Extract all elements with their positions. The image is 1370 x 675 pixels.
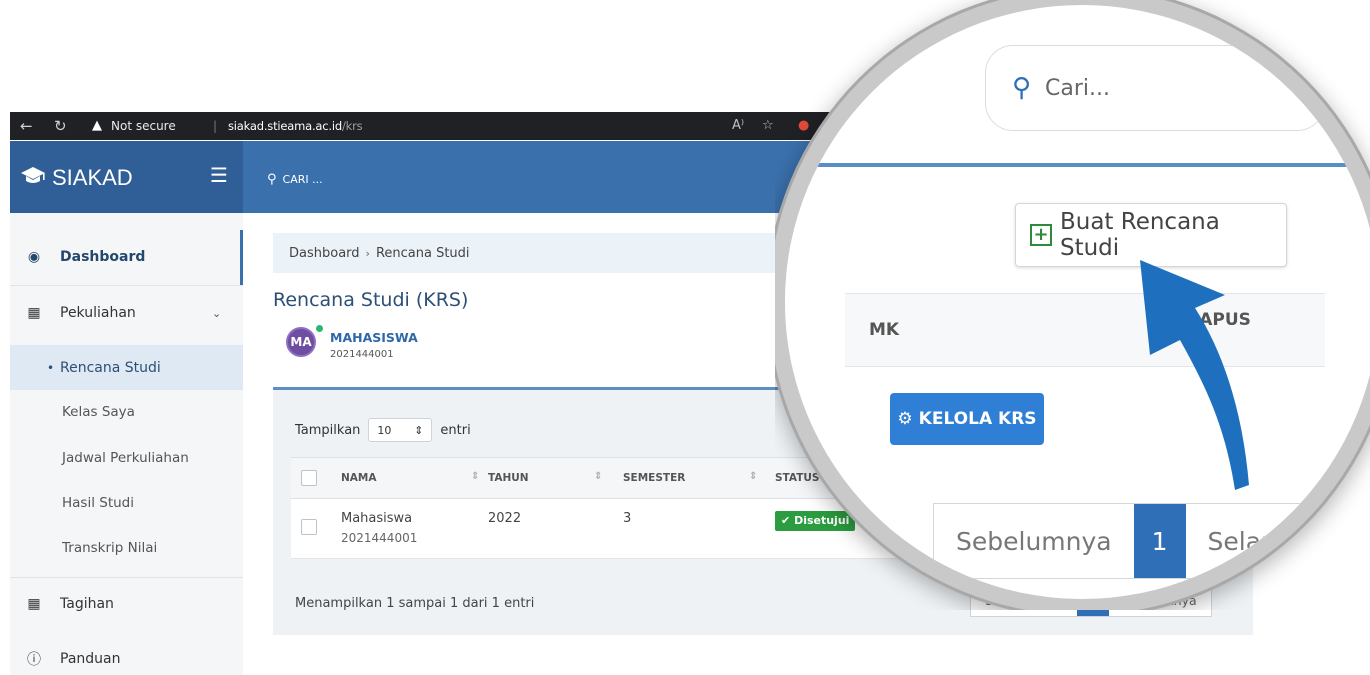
sidebar-item-label: Hasil Studi — [62, 495, 134, 511]
sidebar-item-panduan[interactable]: ⓘ Panduan — [10, 644, 243, 674]
dashboard-icon: ◉ — [27, 249, 41, 265]
sidebar-item-pekuliahan[interactable]: ▦ Pekuliahan ⌄ — [10, 298, 243, 328]
search-icon: ⚲ — [267, 171, 277, 187]
cell-nim: 2021444001 — [341, 531, 418, 545]
reload-icon[interactable]: ↻ — [54, 112, 67, 140]
sidebar-item-label: Panduan — [60, 651, 121, 667]
calendar-icon: ▦ — [27, 596, 41, 612]
sidebar-divider — [10, 285, 243, 286]
sidebar-item-label: Dashboard — [60, 249, 146, 265]
sort-icon[interactable]: ⇕ — [749, 471, 757, 482]
favorite-star-icon[interactable]: ☆ — [762, 112, 774, 140]
pointer-arrow-icon — [1140, 260, 1249, 490]
sidebar-item-label: Kelas Saya — [62, 404, 135, 420]
sidebar-item-hasil-studi[interactable]: Hasil Studi — [10, 488, 243, 518]
sidebar-item-jadwal-perkuliahan[interactable]: Jadwal Perkuliahan — [10, 443, 243, 473]
url-host: siakad.stieama.ac.id — [228, 119, 342, 133]
brand-title[interactable]: SIAKAD — [52, 165, 133, 191]
magnifier-lens: ⚲ Cari... + Buat Rencana Studi MK HAPUS … — [785, 5, 1370, 599]
read-aloud-icon[interactable]: A⁾ — [732, 112, 744, 140]
entries-prefix: Tampilkan — [295, 422, 361, 438]
table-info: Menampilkan 1 sampai 1 dari 1 entri — [295, 596, 535, 611]
entries-value: 10 — [377, 423, 392, 437]
address-bar[interactable]: siakad.stieama.ac.id/krs — [228, 112, 363, 140]
avatar: MA — [286, 327, 316, 357]
header-search-label: CARI ... — [282, 172, 323, 186]
entries-suffix: entri — [440, 422, 471, 438]
online-status-dot — [315, 324, 324, 333]
book-icon: ▦ — [27, 305, 41, 321]
select-all-checkbox[interactable] — [301, 470, 317, 486]
page-title: Rencana Studi (KRS) — [273, 289, 469, 311]
back-arrow-icon[interactable]: ← — [20, 112, 33, 140]
help-icon: ⓘ — [27, 652, 41, 668]
header-search[interactable]: ⚲ CARI ... — [267, 171, 323, 187]
breadcrumb-current: Rencana Studi — [375, 245, 470, 261]
sidebar-item-tagihan[interactable]: ▦ Tagihan — [10, 589, 243, 619]
cell-tahun: 2022 — [488, 511, 522, 526]
column-header-semester[interactable]: SEMESTER — [623, 472, 685, 484]
magnified-content: ⚲ Cari... + Buat Rencana Studi MK HAPUS … — [785, 5, 1370, 599]
user-nim: 2021444001 — [330, 349, 394, 360]
column-header-nama[interactable]: NAMA — [341, 472, 377, 484]
sidebar-item-label: Tagihan — [60, 596, 114, 612]
entries-length-control: Tampilkan 10 ⇕ entri — [295, 418, 471, 442]
sidebar-item-label: Transkrip Nilai — [62, 540, 158, 556]
sidebar-item-label: Jadwal Perkuliahan — [62, 450, 189, 466]
sidebar-divider — [10, 577, 243, 578]
graduation-cap-icon — [21, 167, 45, 183]
address-separator: | — [213, 119, 218, 133]
entries-select[interactable]: 10 ⇕ — [368, 418, 433, 442]
sidebar-item-label: Rencana Studi — [60, 359, 161, 376]
cell-semester: 3 — [623, 511, 632, 526]
column-header-tahun[interactable]: TAHUN — [488, 472, 529, 484]
warning-icon[interactable]: ▲ — [92, 112, 102, 140]
security-label[interactable]: Not secure — [111, 112, 176, 140]
bullet-icon: • — [47, 360, 55, 375]
sidebar-item-rencana-studi[interactable]: Rencana Studi • — [10, 345, 243, 390]
select-arrows-icon: ⇕ — [414, 423, 424, 437]
magnifier-overlay: ⚲ Cari... + Buat Rencana Studi MK HAPUS … — [775, 0, 1370, 610]
sidebar: ◉ Dashboard ▦ Pekuliahan ⌄ Rencana Studi… — [10, 213, 243, 675]
sidebar-item-dashboard[interactable]: ◉ Dashboard — [10, 242, 243, 272]
brand-area: SIAKAD ☰ — [10, 141, 243, 213]
breadcrumb-dashboard[interactable]: Dashboard — [289, 246, 360, 261]
hamburger-menu-icon[interactable]: ☰ — [210, 165, 228, 185]
cell-nama: Mahasiswa — [341, 511, 413, 526]
row-checkbox[interactable] — [301, 519, 317, 535]
url-path: /krs — [341, 119, 363, 133]
sidebar-item-label: Pekuliahan — [60, 305, 136, 321]
breadcrumb-separator-icon: › — [365, 246, 370, 260]
sort-icon[interactable]: ⇕ — [594, 471, 602, 482]
chevron-down-icon: ⌄ — [212, 306, 222, 320]
user-name[interactable]: MAHASISWA — [330, 330, 418, 345]
sidebar-item-kelas-saya[interactable]: Kelas Saya — [10, 397, 243, 427]
sort-icon[interactable]: ⇕ — [471, 471, 479, 482]
sidebar-item-transkrip-nilai[interactable]: Transkrip Nilai — [10, 533, 243, 563]
